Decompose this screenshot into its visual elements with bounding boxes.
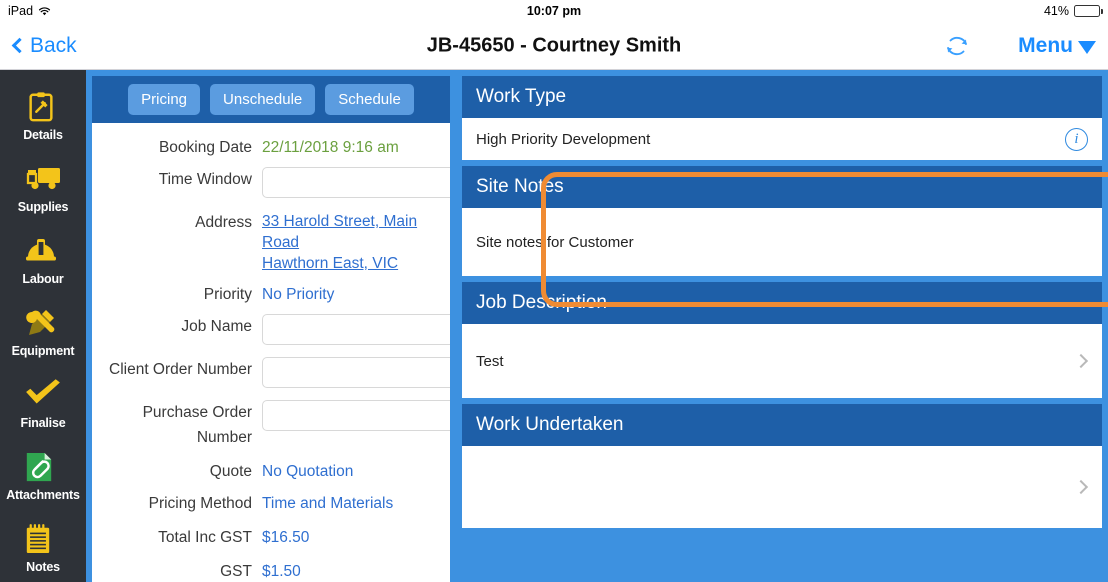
- field-address: Address 33 Harold Street, Main Road Hawt…: [102, 210, 436, 273]
- truck-icon: [24, 163, 62, 197]
- sidebar-item-equipment[interactable]: Equipment: [0, 296, 86, 368]
- time-window-input[interactable]: [262, 167, 450, 198]
- site-notes-value: Site notes for Customer: [476, 233, 634, 251]
- job-name-label: Job Name: [181, 318, 252, 335]
- navigation-bar: Back JB-45650 - Courtney Smith Menu: [0, 22, 1108, 70]
- sync-refresh-icon: [947, 36, 967, 55]
- quote-value[interactable]: No Quotation: [262, 459, 436, 484]
- sidebar-item-details[interactable]: Details: [0, 80, 86, 152]
- total-inc-gst-value: $16.50: [262, 529, 310, 546]
- field-booking-date: Booking Date 22/11/2018 9:16 am: [102, 135, 436, 160]
- field-priority: Priority No Priority: [102, 282, 436, 307]
- sidebar-item-label: Finalise: [20, 415, 66, 430]
- field-quote: Quote No Quotation: [102, 459, 436, 484]
- sidebar-item-label: Labour: [22, 271, 64, 286]
- sidebar-item-label: Equipment: [11, 343, 75, 358]
- address-line-1[interactable]: 33 Harold Street, Main: [262, 210, 436, 231]
- app-root: iPad 10:07 pm 41% Back JB-45650 - Courtn…: [0, 0, 1108, 582]
- site-notes-card: Site Notes Site notes for Customer: [462, 166, 1102, 276]
- pricing-method-value[interactable]: Time and Materials: [262, 491, 436, 516]
- job-description-header: Job Description: [462, 282, 1102, 324]
- field-job-name: Job Name: [102, 314, 450, 350]
- gst-label: GST: [220, 563, 252, 580]
- work-undertaken-card: Work Undertaken: [462, 404, 1102, 528]
- main-content-area: Details Supplies Labour Equipment Finali…: [0, 70, 1108, 582]
- job-description-card: Job Description Test: [462, 282, 1102, 398]
- pricing-method-label: Pricing Method: [148, 495, 252, 512]
- address-line-2[interactable]: Road: [262, 231, 436, 252]
- site-notes-header: Site Notes: [462, 166, 1102, 208]
- work-type-header: Work Type: [462, 76, 1102, 118]
- work-type-card: Work Type High Priority Development i: [462, 76, 1102, 160]
- chevron-right-icon[interactable]: [1073, 479, 1089, 495]
- pricing-button[interactable]: Pricing: [128, 84, 201, 115]
- time-window-label: Time Window: [158, 171, 252, 188]
- field-total-inc-gst: Total Inc GST $16.50: [102, 525, 436, 550]
- sidebar-item-attachments[interactable]: Attachments: [0, 440, 86, 512]
- work-undertaken-header: Work Undertaken: [462, 404, 1102, 446]
- form-fields-container: Booking Date 22/11/2018 9:16 am Time Win…: [92, 123, 450, 582]
- address-value-group[interactable]: 33 Harold Street, Main Road Hawthorn Eas…: [262, 210, 436, 273]
- sidebar-item-labour[interactable]: Labour: [0, 224, 86, 296]
- menu-button[interactable]: Menu: [1018, 34, 1096, 58]
- work-type-row[interactable]: High Priority Development i: [462, 118, 1102, 160]
- job-description-value: Test: [476, 352, 504, 370]
- booking-date-value: 22/11/2018 9:16 am: [262, 139, 399, 156]
- left-sidebar: Details Supplies Labour Equipment Finali…: [0, 70, 86, 582]
- job-details-form-panel: Pricing Unschedule Schedule Booking Date…: [86, 70, 456, 582]
- status-bar-clock: 10:07 pm: [526, 4, 582, 18]
- gst-value: $1.50: [262, 563, 301, 580]
- address-label: Address: [195, 214, 252, 231]
- status-bar-right: 41%: [1043, 4, 1103, 18]
- check-mark-icon: [24, 378, 62, 413]
- sidebar-item-notes[interactable]: Notes: [0, 512, 86, 582]
- job-detail-cards-panel: Work Type High Priority Development i Si…: [456, 70, 1108, 582]
- menu-button-label: Menu: [1018, 33, 1073, 57]
- hard-hat-icon: [24, 235, 62, 269]
- caret-down-icon: [1078, 40, 1096, 54]
- work-type-value: High Priority Development: [476, 130, 651, 148]
- unschedule-button[interactable]: Unschedule: [210, 84, 316, 115]
- clipboard-icon: [24, 91, 62, 125]
- job-name-input[interactable]: [262, 314, 450, 345]
- notepad-icon: [24, 523, 62, 557]
- panels-wrapper: Pricing Unschedule Schedule Booking Date…: [86, 70, 1108, 582]
- battery-percent-label: 41%: [1043, 4, 1069, 18]
- wrench-hammer-icon: [24, 307, 62, 341]
- sidebar-item-label: Notes: [26, 559, 60, 574]
- field-pricing-method: Pricing Method Time and Materials: [102, 491, 436, 516]
- total-inc-gst-label: Total Inc GST: [158, 529, 252, 546]
- sidebar-item-label: Attachments: [6, 487, 80, 502]
- chevron-right-icon[interactable]: [1073, 353, 1089, 369]
- refresh-button[interactable]: [942, 31, 972, 61]
- job-description-row[interactable]: Test: [462, 324, 1102, 398]
- purchase-order-number-input[interactable]: [262, 400, 450, 431]
- field-client-order-number: Client Order Number: [102, 357, 450, 393]
- client-order-number-label: Client Order Number: [109, 361, 252, 378]
- quote-label: Quote: [209, 463, 252, 480]
- sidebar-item-supplies[interactable]: Supplies: [0, 152, 86, 224]
- battery-icon: [1074, 5, 1103, 17]
- field-time-window: Time Window: [102, 167, 450, 203]
- field-gst: GST $1.50: [102, 559, 436, 582]
- sidebar-item-finalise[interactable]: Finalise: [0, 368, 86, 440]
- form-action-toolbar: Pricing Unschedule Schedule: [92, 76, 450, 123]
- client-order-number-input[interactable]: [262, 357, 450, 388]
- field-purchase-order-number: Purchase Order Number: [102, 400, 450, 450]
- purchase-order-number-label: Purchase Order Number: [142, 404, 252, 446]
- schedule-button[interactable]: Schedule: [325, 84, 414, 115]
- address-line-3[interactable]: Hawthorn East, VIC: [262, 252, 436, 273]
- sidebar-item-label: Supplies: [17, 199, 69, 214]
- site-notes-row[interactable]: Site notes for Customer: [462, 208, 1102, 276]
- work-undertaken-row[interactable]: [462, 446, 1102, 528]
- info-circle-icon[interactable]: i: [1065, 127, 1088, 151]
- ios-status-bar: iPad 10:07 pm 41%: [0, 0, 1108, 22]
- priority-value[interactable]: No Priority: [262, 282, 436, 307]
- priority-label: Priority: [203, 286, 252, 303]
- sidebar-item-label: Details: [23, 127, 63, 142]
- paperclip-document-icon: [24, 451, 62, 485]
- booking-date-label: Booking Date: [158, 139, 252, 156]
